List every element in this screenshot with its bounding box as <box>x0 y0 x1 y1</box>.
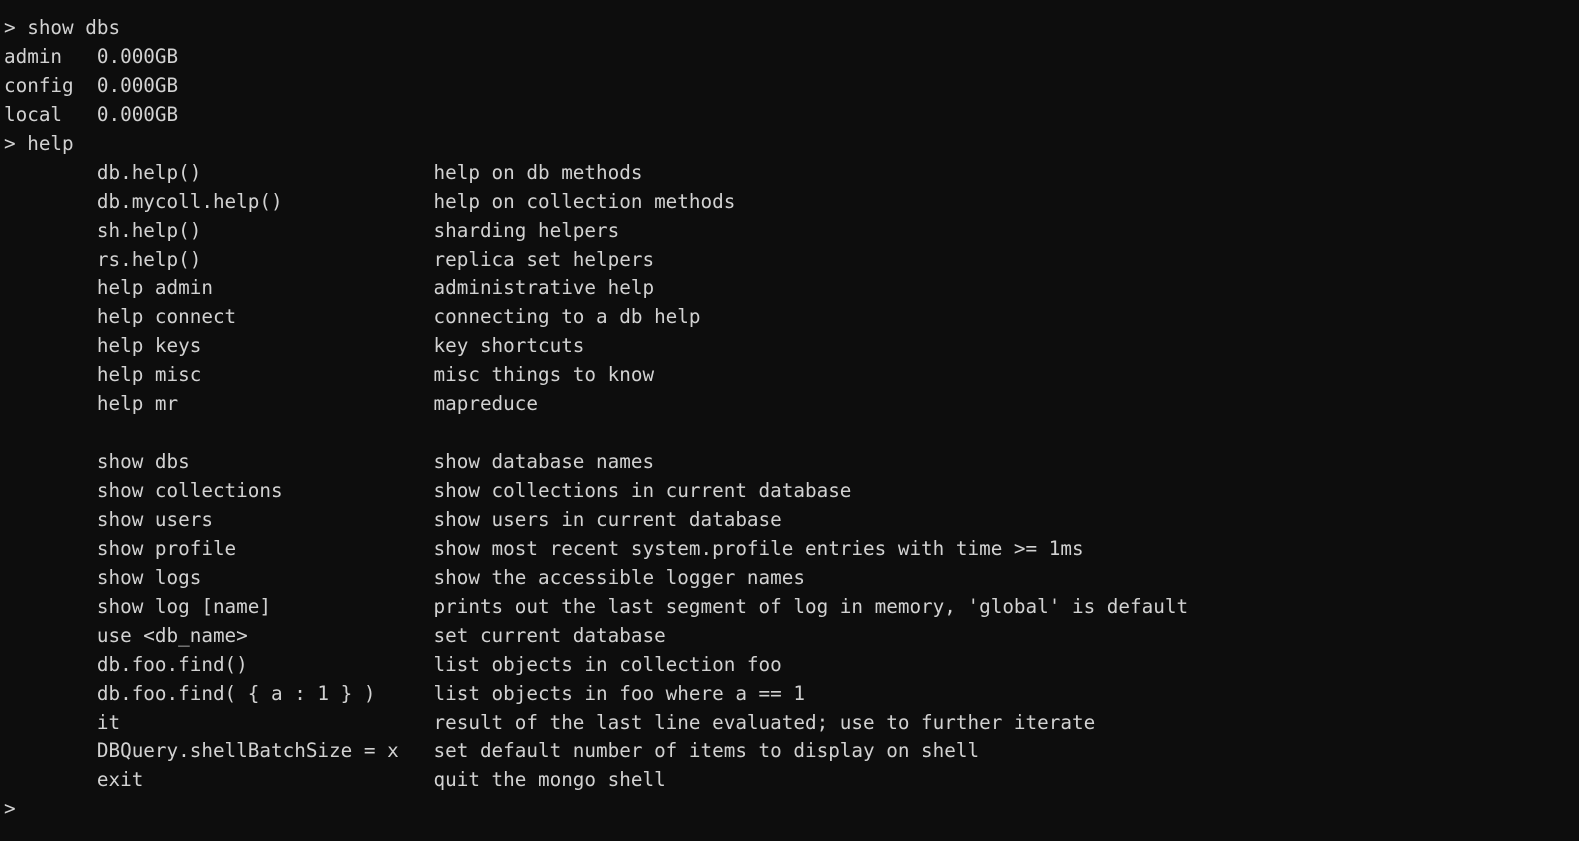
terminal-line: help admin administrative help <box>4 276 655 300</box>
terminal-line: show collections show collections in cur… <box>4 479 852 502</box>
terminal-line: use <db_name> set current database <box>4 623 666 647</box>
terminal-line: show log [name] prints out the last segm… <box>4 594 1189 618</box>
terminal-line: show logs show the accessible logger nam… <box>4 565 805 589</box>
terminal-line: show dbs show database names <box>4 450 655 474</box>
terminal-line: db.mycoll.help() help on collection meth… <box>4 189 736 213</box>
terminal-line: help keys key shortcuts <box>4 334 585 358</box>
terminal-line: > <box>4 797 16 821</box>
terminal-screen[interactable]: > show dbs admin 0.000GB config 0.000GB loc… <box>0 0 1579 841</box>
terminal-line: > show dbs <box>4 16 121 39</box>
terminal-line: help connect connecting to a db help <box>4 305 701 329</box>
terminal-line: sh.help() sharding helpers <box>4 218 620 242</box>
terminal-line: db.help() help on db methods <box>4 160 643 184</box>
terminal-line: db.foo.find( { a : 1 } ) list objects in… <box>4 681 805 705</box>
terminal-line: it result of the last line evaluated; us… <box>4 710 1096 734</box>
terminal-line: show users show users in current databas… <box>4 507 782 531</box>
terminal-line: db.foo.find() list objects in collection… <box>4 652 782 676</box>
terminal-line: show profile show most recent system.pro… <box>4 536 1084 560</box>
terminal-line: help mr mapreduce <box>4 392 538 416</box>
terminal-line: help misc misc things to know <box>4 363 655 387</box>
terminal-line: DBQuery.shellBatchSize = x set default n… <box>4 739 980 763</box>
terminal-line: config 0.000GB <box>4 73 179 97</box>
terminal-line: rs.help() replica set helpers <box>4 247 655 271</box>
terminal-line: local 0.000GB <box>4 102 179 126</box>
terminal-line: admin 0.000GB <box>4 44 179 68</box>
terminal-line: > help <box>4 131 74 155</box>
terminal-line: exit quit the mongo shell <box>4 768 666 792</box>
